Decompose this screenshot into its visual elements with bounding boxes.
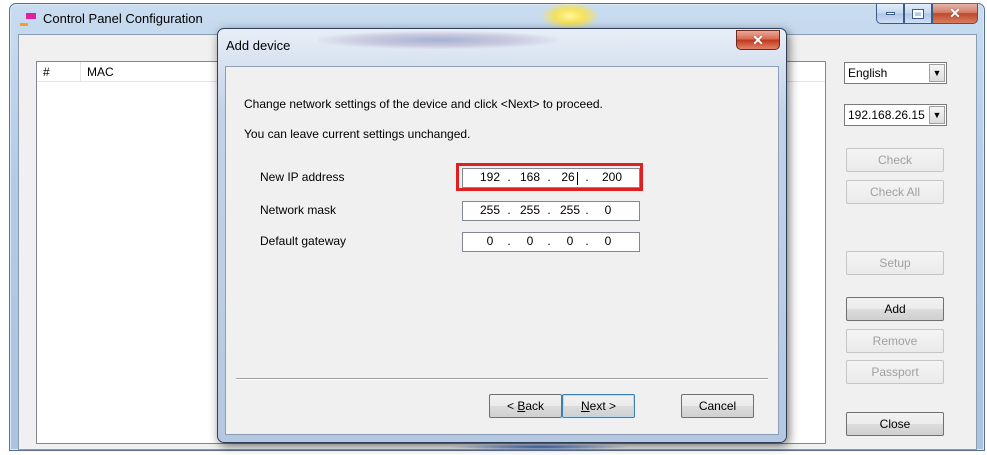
ip-octet: 0: [566, 234, 574, 248]
ip-dot: .: [507, 234, 511, 248]
ip-octet: 0: [526, 234, 534, 248]
ip-octet: 255: [519, 203, 541, 217]
ip-octet: 255: [479, 203, 501, 217]
default-gateway-input[interactable]: 0 . 0 . 0 . 0: [462, 232, 640, 252]
column-header-number[interactable]: #: [37, 62, 81, 82]
new-ip-label: New IP address: [260, 170, 345, 184]
setup-button[interactable]: Setup: [846, 251, 944, 275]
add-button[interactable]: Add: [846, 297, 944, 321]
ip-octet: 0: [604, 234, 612, 248]
minimize-icon: [885, 12, 895, 15]
next-button[interactable]: Next >: [562, 394, 635, 418]
taskbar-glow: [450, 444, 630, 450]
ip-dot: .: [547, 234, 551, 248]
ip-dot: .: [547, 203, 551, 217]
back-button[interactable]: < Back: [489, 394, 562, 418]
highlight-box: [456, 163, 643, 191]
cancel-button[interactable]: Cancel: [681, 394, 754, 418]
dialog-client-area: Change network settings of the device an…: [225, 66, 779, 435]
minimize-button[interactable]: [876, 4, 904, 24]
dropdown-arrow-icon: ▼: [929, 106, 945, 124]
network-mask-label: Network mask: [260, 203, 337, 217]
glow-decoration: [540, 2, 600, 30]
ip-select[interactable]: 192.168.26.15 ▼: [844, 104, 947, 126]
next-rest: ext >: [589, 399, 617, 413]
ip-dot: .: [585, 234, 589, 248]
ip-dot: .: [507, 203, 511, 217]
ip-dot: .: [585, 203, 589, 217]
close-icon: ✕: [949, 5, 961, 21]
dialog-title: Add device: [226, 38, 291, 53]
caption-buttons: ✕: [876, 4, 978, 26]
maximize-button[interactable]: [904, 4, 932, 24]
check-all-button[interactable]: Check All: [846, 180, 944, 204]
network-mask-input[interactable]: 255 . 255 . 255 . 0: [462, 201, 640, 221]
check-button[interactable]: Check: [846, 148, 944, 172]
ip-octet: 0: [604, 203, 612, 217]
dialog-close-button[interactable]: ✕: [736, 30, 780, 50]
ip-select-value: 192.168.26.15: [848, 108, 925, 122]
add-device-dialog: Add device ✕ Change network settings of …: [217, 28, 787, 443]
hint-text: You can leave current settings unchanged…: [244, 127, 471, 141]
maximize-icon: [912, 8, 924, 19]
passport-button[interactable]: Passport: [846, 360, 944, 384]
separator: [236, 378, 768, 380]
app-icon: [20, 13, 36, 27]
remove-button[interactable]: Remove: [846, 329, 944, 353]
default-gateway-label: Default gateway: [260, 234, 347, 248]
window-title: Control Panel Configuration: [43, 11, 203, 26]
back-prefix: <: [506, 399, 518, 413]
language-select[interactable]: English ▼: [844, 62, 947, 84]
ip-octet: 255: [559, 203, 581, 217]
back-rest: ack: [525, 399, 545, 413]
close-window-button[interactable]: ✕: [932, 4, 978, 24]
language-value: English: [848, 66, 888, 80]
instruction-text: Change network settings of the device an…: [244, 97, 603, 111]
close-icon: ✕: [752, 31, 764, 48]
close-button[interactable]: Close: [846, 412, 944, 436]
next-mnemonic: N: [580, 399, 590, 413]
ip-octet: 0: [486, 234, 494, 248]
title-streak: [318, 31, 558, 49]
dropdown-arrow-icon: ▼: [929, 64, 945, 82]
